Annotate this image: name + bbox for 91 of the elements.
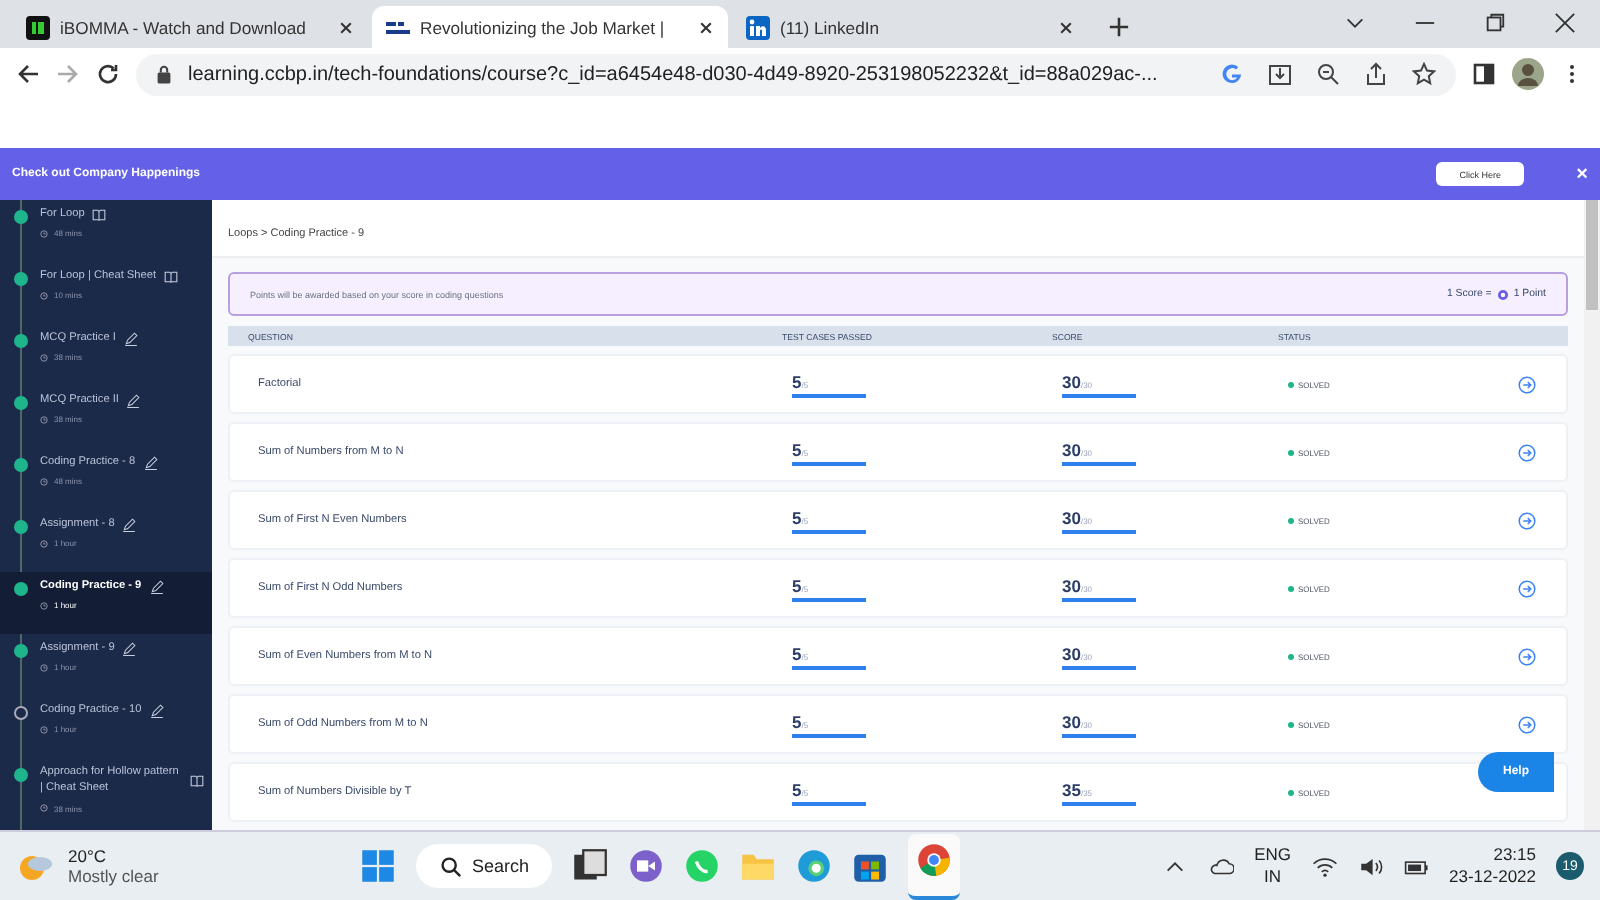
reload-icon[interactable] bbox=[96, 62, 120, 86]
pencil-icon bbox=[149, 579, 164, 594]
task-view-icon[interactable] bbox=[572, 848, 609, 884]
close-icon[interactable] bbox=[338, 19, 354, 35]
clock-icon bbox=[40, 415, 48, 424]
address-field[interactable]: learning.ccbp.in/tech-foundations/course?c_id=a6454e48-d030-4d49-8920-253198052232&t_id=88a029ac-... bbox=[136, 53, 1456, 95]
clock-icon bbox=[40, 477, 48, 486]
battery-icon[interactable] bbox=[1403, 855, 1430, 877]
weather-text: Mostly clear bbox=[68, 866, 159, 886]
status-dot bbox=[1288, 653, 1294, 659]
pencil-icon bbox=[122, 641, 137, 656]
score-value: 35 bbox=[1062, 779, 1081, 799]
score-value: 30 bbox=[1062, 507, 1081, 527]
scrollbar[interactable] bbox=[1584, 200, 1600, 830]
close-icon[interactable] bbox=[698, 19, 714, 35]
video-call-icon[interactable] bbox=[628, 848, 665, 884]
pencil-icon bbox=[143, 455, 158, 470]
temperature: 20°C bbox=[68, 846, 108, 866]
book-icon bbox=[190, 773, 204, 788]
passed-count: 5 bbox=[792, 711, 802, 731]
passed-count: 5 bbox=[792, 643, 802, 663]
arrow-circle-icon[interactable] bbox=[1518, 443, 1536, 461]
clock-icon bbox=[40, 804, 48, 813]
arrow-circle-icon[interactable] bbox=[1518, 375, 1536, 393]
google-icon[interactable] bbox=[1220, 62, 1244, 86]
clock-icon bbox=[40, 291, 48, 300]
pencil-icon bbox=[123, 331, 138, 346]
browser-tab[interactable]: (11) LinkedIn bbox=[732, 6, 1088, 48]
profile-avatar[interactable] bbox=[1512, 58, 1544, 90]
side-panel-icon[interactable] bbox=[1472, 62, 1496, 86]
arrow-circle-icon[interactable] bbox=[1518, 647, 1536, 665]
score-value: 30 bbox=[1062, 439, 1081, 459]
clock-icon bbox=[40, 229, 48, 238]
search-icon bbox=[439, 855, 462, 877]
search-button[interactable]: Search bbox=[416, 844, 553, 888]
passed-count: 5 bbox=[792, 779, 802, 799]
language-indicator[interactable]: ENG IN bbox=[1254, 843, 1292, 889]
clock-icon bbox=[40, 663, 48, 672]
browser-tab[interactable]: iBOMMA - Watch and Download bbox=[12, 6, 368, 48]
browser-tab[interactable]: Revolutionizing the Job Market | bbox=[372, 6, 728, 48]
score-value: 30 bbox=[1062, 371, 1081, 391]
score-value: 30 bbox=[1062, 711, 1081, 731]
star-icon[interactable] bbox=[1412, 62, 1436, 86]
clock-icon bbox=[40, 725, 48, 734]
restore-icon[interactable] bbox=[1484, 12, 1506, 34]
passed-count: 5 bbox=[792, 507, 802, 527]
cloud-icon[interactable] bbox=[1208, 855, 1235, 877]
tab-title: iBOMMA - Watch and Download bbox=[60, 17, 308, 37]
passed-count: 5 bbox=[792, 371, 802, 391]
score-value: 30 bbox=[1062, 643, 1081, 663]
download-icon[interactable] bbox=[1268, 62, 1292, 86]
pencil-icon bbox=[126, 393, 141, 408]
close-icon[interactable] bbox=[1058, 19, 1074, 35]
coin-icon bbox=[1497, 289, 1508, 299]
tab-title: (11) LinkedIn bbox=[780, 17, 882, 37]
system-clock[interactable]: 23:15 23-12-2022 bbox=[1449, 843, 1536, 889]
score-value: 30 bbox=[1062, 575, 1081, 595]
status-dot bbox=[1288, 381, 1294, 387]
weather-icon bbox=[16, 850, 56, 882]
book-icon bbox=[92, 207, 107, 222]
status-dot bbox=[1288, 585, 1294, 591]
wifi-icon[interactable] bbox=[1311, 855, 1338, 877]
close-icon[interactable] bbox=[1554, 12, 1576, 34]
status-dot bbox=[1288, 517, 1294, 523]
lock-icon bbox=[156, 64, 172, 84]
arrow-circle-icon[interactable] bbox=[1518, 511, 1536, 529]
arrow-circle-icon[interactable] bbox=[1518, 715, 1536, 733]
passed-count: 5 bbox=[792, 575, 802, 595]
close-button[interactable]: × bbox=[1576, 163, 1588, 185]
pencil-icon bbox=[122, 517, 137, 532]
arrow-circle-icon[interactable] bbox=[1518, 579, 1536, 597]
status-dot bbox=[1288, 449, 1294, 455]
tab-title: Revolutionizing the Job Market | bbox=[420, 17, 667, 37]
site-icon bbox=[26, 15, 50, 39]
clock-icon bbox=[40, 539, 48, 548]
new-tab-icon[interactable] bbox=[1108, 16, 1130, 38]
start-icon[interactable] bbox=[360, 848, 397, 884]
browser-icon[interactable] bbox=[796, 848, 833, 884]
clock-icon bbox=[40, 353, 48, 362]
back-icon[interactable] bbox=[16, 62, 40, 86]
zoom-icon[interactable] bbox=[1316, 62, 1340, 86]
chrome-icon[interactable] bbox=[916, 841, 953, 877]
pencil-icon bbox=[149, 703, 164, 718]
site-icon bbox=[746, 15, 770, 39]
volume-icon[interactable] bbox=[1357, 855, 1384, 877]
clock-icon bbox=[40, 601, 48, 610]
passed-count: 5 bbox=[792, 439, 802, 459]
book-icon bbox=[164, 269, 179, 284]
status-dot bbox=[1288, 721, 1294, 727]
status-dot bbox=[1288, 789, 1294, 795]
share-icon[interactable] bbox=[1364, 62, 1388, 86]
